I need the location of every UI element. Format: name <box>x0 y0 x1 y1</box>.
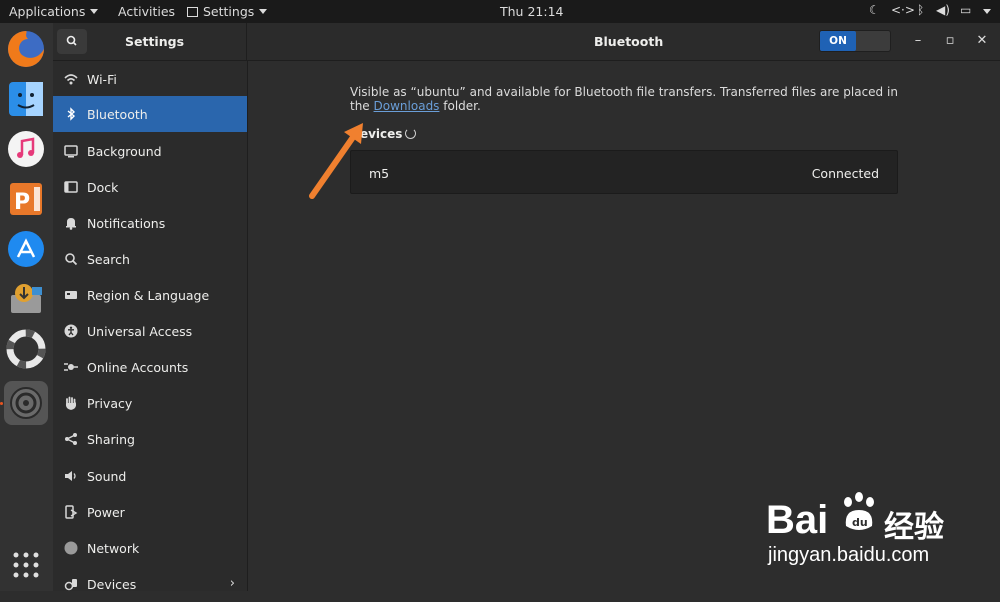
app-menu[interactable]: Settings <box>187 4 268 19</box>
remote-icon[interactable]: <·> <box>891 3 915 17</box>
baidu-watermark: Bai du 经验 jingyan.baidu.com <box>762 486 992 566</box>
wifi-icon <box>63 71 79 87</box>
header-separator <box>246 23 247 60</box>
bell-icon <box>63 215 79 231</box>
header-bar: Settings Bluetooth ON – ▫ ✕ <box>53 23 1000 61</box>
devices-icon <box>63 576 79 592</box>
dock-icon <box>63 179 79 195</box>
sidebar-item-dock[interactable]: Dock <box>53 169 247 205</box>
panel-title: Bluetooth <box>594 34 664 49</box>
sidebar-item-sound[interactable]: Sound <box>53 458 247 494</box>
watermark-brand-cn: 经验 <box>884 510 944 545</box>
annotation-arrow-icon <box>309 123 363 199</box>
background-icon <box>63 143 79 159</box>
watermark-url: jingyan.baidu.com <box>768 544 930 566</box>
online-accounts-icon <box>63 359 79 375</box>
sidebar-item-background[interactable]: Background <box>53 133 247 169</box>
search-icon <box>66 35 77 46</box>
settings-icon[interactable] <box>4 381 48 425</box>
night-light-icon[interactable]: ☾ <box>869 3 880 17</box>
sidebar-item-network[interactable]: Network <box>53 530 247 566</box>
volume-icon[interactable]: ◀) <box>936 3 950 17</box>
sidebar-item-label: Online Accounts <box>87 360 189 375</box>
accessibility-icon <box>63 323 79 339</box>
power-icon <box>63 504 79 520</box>
sidebar-item-online-accounts[interactable]: Online Accounts <box>53 349 247 385</box>
firefox-icon[interactable] <box>4 27 48 71</box>
sidebar-item-label: Region & Language <box>87 288 210 303</box>
sidebar-item-label: Notifications <box>87 216 166 231</box>
sidebar-item-label: Wi-Fi <box>87 72 117 87</box>
downloads-link[interactable]: Downloads <box>374 99 440 113</box>
sidebar-item-label: Devices <box>87 577 137 592</box>
sidebar-item-region-language[interactable]: Region & Language <box>53 277 247 313</box>
sidebar-item-label: Power <box>87 505 125 520</box>
sidebar-item-wifi[interactable]: Wi-Fi <box>53 61 247 97</box>
hand-icon <box>63 395 79 411</box>
sidebar-item-devices[interactable]: Devices › <box>53 566 247 602</box>
search-button[interactable] <box>57 29 87 54</box>
wps-presentation-icon[interactable]: P <box>4 177 48 221</box>
speaker-icon <box>63 468 79 484</box>
settings-title: Settings <box>125 34 185 49</box>
maximize-button[interactable]: ▫ <box>941 32 959 50</box>
svg-text:du: du <box>852 516 868 529</box>
visibility-info: Visible as “ubuntu” and available for Bl… <box>350 85 898 113</box>
battery-icon[interactable]: ▭ <box>960 3 971 17</box>
sidebar-item-label: Background <box>87 144 162 159</box>
toggle-on-label: ON <box>820 31 856 51</box>
top-bar: Applications Activities Settings Thu 21:… <box>0 0 1000 23</box>
search-icon <box>63 251 79 267</box>
watermark-brand: Bai <box>766 498 829 542</box>
dock: P <box>0 23 53 591</box>
sidebar-item-label: Sound <box>87 469 127 484</box>
running-indicator <box>0 402 3 405</box>
sidebar-item-notifications[interactable]: Notifications <box>53 205 247 241</box>
sidebar-item-search[interactable]: Search <box>53 241 247 277</box>
bluetooth-icon <box>63 106 79 122</box>
system-menu-chevron-icon[interactable] <box>983 4 991 19</box>
sidebar-item-label: Search <box>87 252 130 267</box>
applications-menu[interactable]: Applications <box>9 4 99 19</box>
sidebar-item-label: Universal Access <box>87 324 193 339</box>
chevron-right-icon: › <box>229 576 235 591</box>
bluetooth-toggle[interactable]: ON <box>819 30 891 52</box>
sidebar-item-label: Sharing <box>87 432 135 447</box>
sidebar-item-privacy[interactable]: Privacy <box>53 385 247 421</box>
svg-text:P: P <box>14 190 30 215</box>
share-icon <box>63 431 79 447</box>
device-status: Connected <box>811 166 879 181</box>
help-lifebuoy-icon[interactable] <box>4 327 48 371</box>
finder-icon[interactable] <box>4 77 48 121</box>
chevron-down-icon <box>90 9 99 14</box>
sidebar-item-sharing[interactable]: Sharing <box>53 421 247 457</box>
sidebar-item-label: Bluetooth <box>87 107 148 122</box>
app-store-icon[interactable] <box>4 227 48 271</box>
bluetooth-status-icon[interactable]: ᛒ <box>917 3 924 17</box>
sidebar-item-label: Network <box>87 541 140 556</box>
show-applications-icon[interactable] <box>4 543 48 587</box>
sidebar-item-label: Privacy <box>87 396 133 411</box>
chevron-down-icon <box>259 9 268 14</box>
clock[interactable]: Thu 21:14 <box>500 4 563 19</box>
sidebar: Wi-Fi Bluetooth Background Dock Notifica… <box>53 61 248 592</box>
scanning-spinner-icon <box>405 128 416 139</box>
activities-button[interactable]: Activities <box>118 4 175 19</box>
sidebar-item-label: Dock <box>87 180 119 195</box>
settings-app-icon <box>187 7 198 17</box>
sidebar-item-power[interactable]: Power <box>53 494 247 530</box>
sidebar-item-universal-access[interactable]: Universal Access <box>53 313 247 349</box>
minimize-button[interactable]: – <box>909 32 927 50</box>
paw-logo-icon: du <box>844 492 874 530</box>
sidebar-item-bluetooth[interactable]: Bluetooth <box>53 96 247 132</box>
close-button[interactable]: ✕ <box>973 32 991 50</box>
network-icon <box>63 540 79 556</box>
device-row[interactable]: m5 Connected <box>350 150 898 194</box>
region-icon <box>63 287 79 303</box>
music-icon[interactable] <box>4 127 48 171</box>
software-updater-icon[interactable] <box>4 277 48 321</box>
